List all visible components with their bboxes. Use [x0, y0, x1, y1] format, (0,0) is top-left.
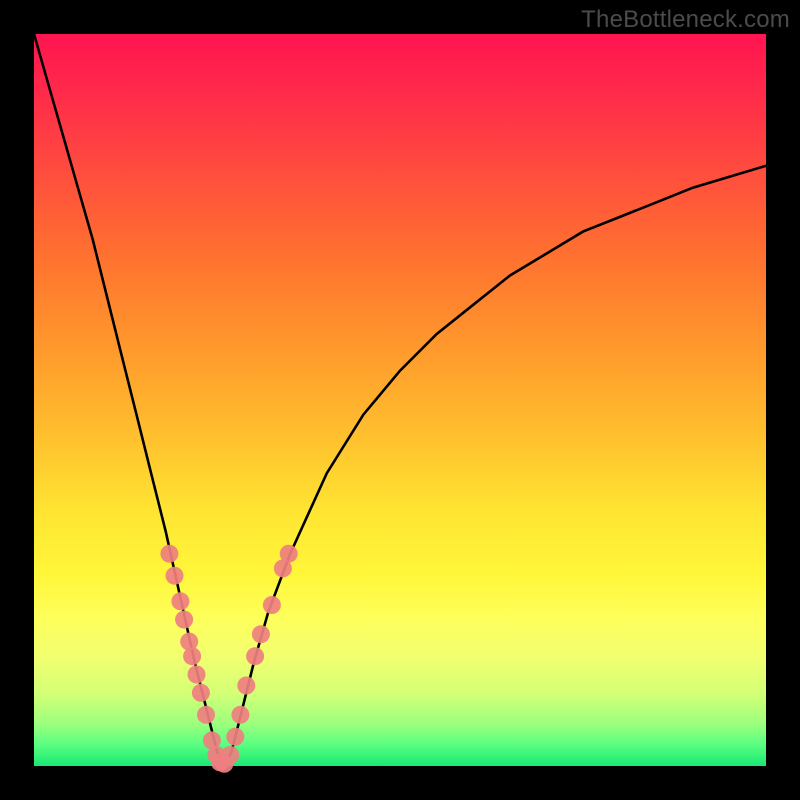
curve-marker [246, 647, 264, 665]
curve-marker [175, 611, 193, 629]
curve-marker [263, 596, 281, 614]
curve-marker [226, 728, 244, 746]
watermark-text: TheBottleneck.com [581, 6, 790, 34]
curve-marker [197, 706, 215, 724]
plot-area [34, 34, 766, 766]
curve-marker [171, 592, 189, 610]
curve-marker [188, 666, 206, 684]
chart-frame: TheBottleneck.com [0, 0, 800, 800]
curve-marker [221, 746, 239, 764]
curve-marker [231, 706, 249, 724]
curve-marker [252, 625, 270, 643]
curve-marker [192, 684, 210, 702]
curve-marker [183, 647, 201, 665]
curve-layer [34, 34, 766, 766]
curve-marker [160, 545, 178, 563]
bottleneck-curve [34, 34, 766, 766]
curve-markers [160, 545, 297, 773]
curve-marker [166, 567, 184, 585]
curve-marker [280, 545, 298, 563]
curve-marker [237, 677, 255, 695]
